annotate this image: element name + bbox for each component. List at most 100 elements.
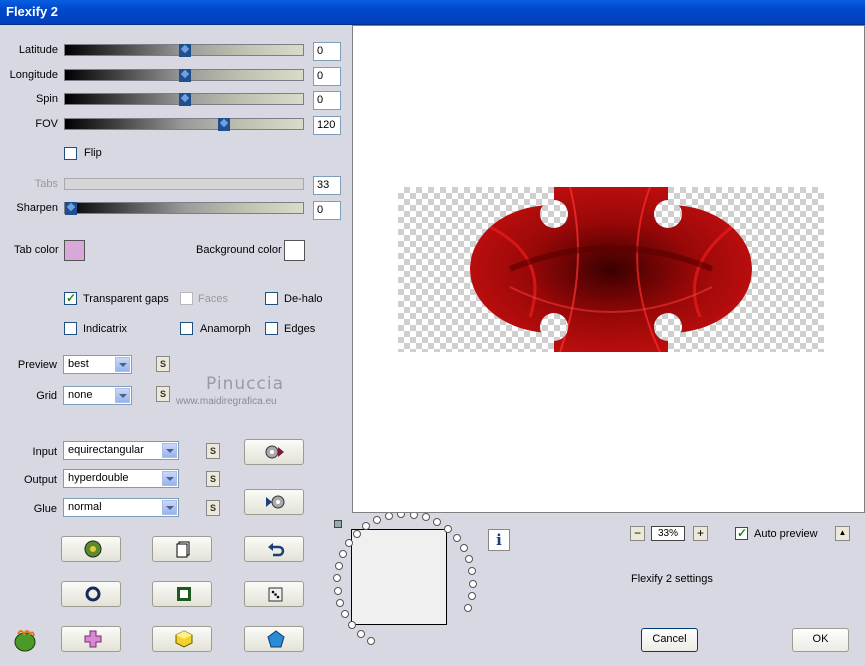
dial-dot[interactable] [465,555,474,564]
dial-dot[interactable] [356,629,365,638]
latitude-slider[interactable] [64,44,304,57]
zoom-in-button[interactable]: + [693,526,708,541]
glue-select[interactable]: normal [63,498,179,517]
dialog-body: Latitude 0 Longitude 0 Spin 0 FOV 120 Fl… [0,25,865,666]
window-title: Flexify 2 [6,4,59,19]
output-s-button[interactable]: S [206,471,220,487]
dial-dot[interactable] [334,562,343,571]
input-label: Input [32,446,57,458]
preview-s-button[interactable]: S [156,356,170,372]
grid-label: Grid [36,390,57,402]
longitude-input[interactable]: 0 [313,67,341,86]
preview-pane[interactable] [352,25,865,513]
dial-dot[interactable] [348,620,357,629]
spin-slider-thumb[interactable] [179,93,191,106]
input-s-button[interactable]: S [206,443,220,459]
square-shape-button[interactable] [152,581,212,607]
randomize-button[interactable] [61,536,121,562]
dial-dot[interactable] [362,521,371,530]
tab-color-swatch[interactable] [64,240,85,261]
sharpen-input[interactable]: 0 [313,201,341,220]
circle-shape-button[interactable] [61,581,121,607]
dial-dot[interactable] [367,636,375,645]
longitude-slider-thumb[interactable] [179,69,191,82]
chevron-down-icon [115,357,130,372]
zoom-out-button[interactable]: − [630,526,645,541]
dial-dot[interactable] [468,579,477,588]
fov-slider-thumb[interactable] [218,118,230,131]
preview-label: Preview [17,359,57,371]
grid-select[interactable]: none [63,386,132,405]
fov-input[interactable]: 120 [313,116,341,135]
pentagon-shape-button[interactable] [244,626,304,652]
glue-s-button[interactable]: S [206,500,220,516]
auto-preview-checkbox[interactable] [735,526,748,540]
latitude-slider-thumb[interactable] [179,44,191,57]
chevron-down-icon [162,471,177,486]
sharpen-slider[interactable] [64,202,304,215]
background-color-swatch[interactable] [284,240,305,261]
copy-button[interactable] [152,536,212,562]
dice-button[interactable] [244,581,304,607]
latitude-input[interactable]: 0 [313,42,341,61]
fov-label: FOV [35,118,58,130]
fov-slider[interactable] [64,118,304,131]
latitude-label: Latitude [18,44,58,56]
dial-dot[interactable] [341,610,350,619]
cube-shape-button[interactable] [152,626,212,652]
spin-dial[interactable] [320,510,490,666]
anamorph-checkbox[interactable] [180,322,193,335]
dial-dot[interactable] [433,518,442,527]
flip-label: Flip [84,147,102,159]
cross-icon [84,630,102,648]
longitude-slider[interactable] [64,69,304,82]
input-select-value: equirectangular [68,444,144,456]
chevron-down-icon [115,388,130,403]
output-export-button[interactable] [244,489,304,515]
spin-slider[interactable] [64,93,304,106]
undo-button[interactable] [244,536,304,562]
dial-dot[interactable] [373,515,382,524]
info-button[interactable]: i [488,529,510,551]
ok-button[interactable]: OK [792,628,849,652]
play-disc-icon [266,495,285,509]
dial-dot[interactable] [336,599,345,607]
cross-shape-button[interactable] [61,626,121,652]
dial-dot[interactable] [459,544,468,552]
flip-checkbox[interactable] [64,147,77,160]
input-select[interactable]: equirectangular [63,441,179,460]
frog-icon [84,540,102,558]
dial-dot[interactable] [443,525,452,534]
dial-dot[interactable] [422,513,430,522]
cancel-button[interactable]: Cancel [641,628,698,652]
output-select-value: hyperdouble [68,472,129,484]
dehalo-checkbox[interactable] [265,292,278,305]
output-select[interactable]: hyperdouble [63,469,179,488]
dehalo-label: De-halo [284,293,323,305]
indicatrix-checkbox[interactable] [64,322,77,335]
preview-select[interactable]: best [63,355,132,374]
tabs-slider [64,178,304,190]
faces-checkbox [180,292,193,305]
edges-checkbox[interactable] [265,322,278,335]
dial-dot[interactable] [385,511,394,520]
spin-label: Spin [35,93,58,105]
collapse-button[interactable]: ▲ [835,526,850,541]
dial-dot[interactable] [333,586,342,595]
input-import-button[interactable] [244,439,304,465]
dial-dot[interactable] [467,592,476,601]
dial-dot[interactable] [352,529,361,538]
dial-handle[interactable] [334,520,342,528]
tab-color-label: Tab color [14,244,59,256]
dial-dot[interactable] [338,550,347,559]
spin-input[interactable]: 0 [313,91,341,110]
transparent-gaps-checkbox[interactable] [64,291,77,305]
dial-dot[interactable] [452,533,461,542]
dial-dot[interactable] [333,574,342,583]
sharpen-slider-thumb[interactable] [65,202,77,215]
dial-dot[interactable] [344,539,353,548]
dial-dot[interactable] [468,567,477,576]
grid-s-button[interactable]: S [156,386,170,402]
dial-dot[interactable] [463,604,472,613]
pentagon-icon [267,630,285,648]
